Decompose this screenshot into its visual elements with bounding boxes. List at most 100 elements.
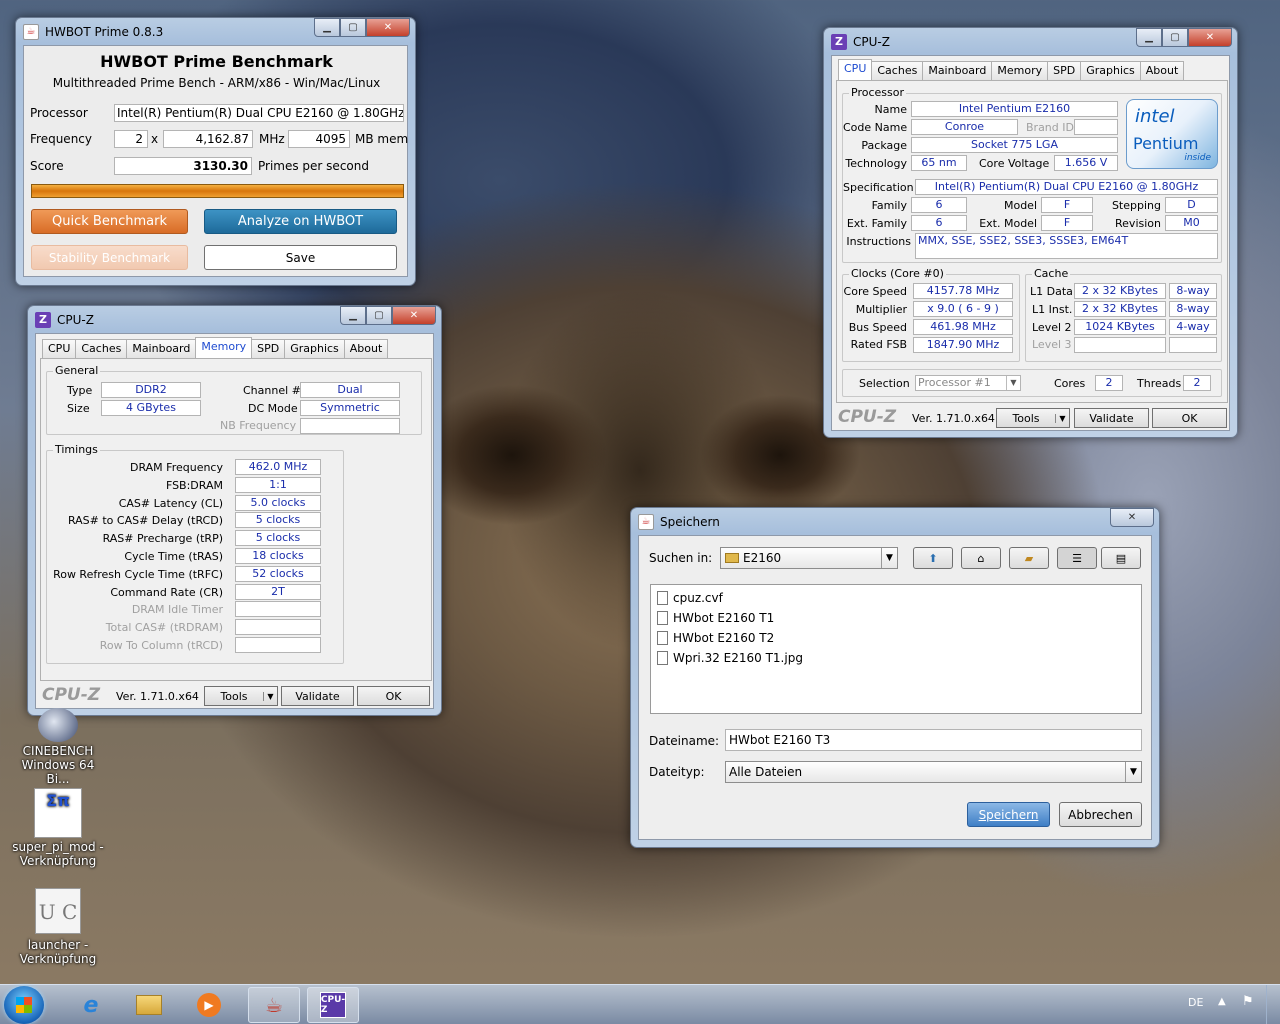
quick-benchmark-button[interactable]: Quick Benchmark — [31, 209, 188, 234]
level3-label: Level 3 — [1032, 338, 1072, 351]
core-voltage-label: Core Voltage — [979, 157, 1050, 170]
taskbar-explorer-button[interactable] — [124, 989, 174, 1021]
dropdown-arrow-icon[interactable]: ▼ — [1006, 376, 1020, 390]
tab-mainboard[interactable]: Mainboard — [126, 339, 197, 358]
desktop-icon-cinebench[interactable]: CINEBENCH Windows 64 Bi... — [10, 708, 106, 786]
analyze-hwbot-button[interactable]: Analyze on HWBOT — [204, 209, 397, 234]
tab-about[interactable]: About — [343, 339, 389, 358]
tools-label: Tools — [1012, 411, 1040, 425]
filename-input[interactable]: HWbot E2160 T3 — [725, 729, 1142, 751]
save-dialog-titlebar[interactable]: ☕ Speichern ✕ — [638, 508, 1154, 535]
processor-select[interactable]: Processor #1 ▼ — [915, 375, 1021, 391]
tab-graphics[interactable]: Graphics — [1080, 61, 1141, 80]
validate-button[interactable]: Validate — [281, 686, 354, 706]
show-hidden-icons-icon[interactable]: ▲ — [1218, 996, 1226, 1007]
dropdown-arrow-icon[interactable]: ▼ — [1125, 762, 1141, 782]
up-folder-button[interactable]: ⬆ — [913, 547, 953, 569]
tab-cpu[interactable]: CPU — [838, 59, 873, 80]
desktop-icon-superpi[interactable]: Σπ super_pi_mod - Verknüpfung — [10, 788, 106, 868]
close-button[interactable]: ✕ — [366, 18, 410, 37]
tools-button[interactable]: Tools ▼ — [204, 686, 278, 706]
file-list[interactable]: cpuz.cvf HWbot E2160 T1 HWbot E2160 T2 Wpri… — [650, 584, 1142, 714]
memory-field[interactable]: 4095 — [288, 130, 350, 148]
tab-bar: CPU Caches Mainboard Memory SPD Graphics… — [838, 59, 1185, 80]
tab-memory[interactable]: Memory — [991, 61, 1049, 80]
taskbar-ie-button[interactable]: e — [66, 989, 116, 1021]
revision-label: Revision — [1115, 217, 1161, 230]
tab-about[interactable]: About — [1139, 61, 1185, 80]
minimize-button[interactable]: ▁ — [1136, 28, 1162, 47]
tab-memory[interactable]: Memory — [195, 337, 253, 358]
tab-spd[interactable]: SPD — [1047, 61, 1082, 80]
new-folder-icon: ▰ — [1024, 551, 1034, 565]
file-list-item[interactable]: cpuz.cvf — [657, 589, 723, 607]
file-list-item[interactable]: HWbot E2160 T2 — [657, 629, 774, 647]
tab-cpu[interactable]: CPU — [42, 339, 77, 358]
filename-label: Dateiname: — [649, 734, 720, 748]
processor-field[interactable]: Intel(R) Pentium(R) Dual CPU E2160 @ 1.8… — [114, 104, 404, 122]
hwbot-titlebar[interactable]: ☕ HWBOT Prime 0.8.3 ▁ ▢ ✕ — [23, 18, 410, 45]
minimize-button[interactable]: ▁ — [340, 306, 366, 325]
timing-value: 18 clocks — [235, 548, 321, 564]
desktop-icon-label-line1: launcher - — [27, 938, 89, 952]
close-button[interactable]: ✕ — [1110, 508, 1154, 527]
dropdown-arrow-icon[interactable]: ▼ — [1055, 413, 1069, 423]
validate-button[interactable]: Validate — [1074, 408, 1149, 428]
frequency-field[interactable]: 4,162.87 — [163, 130, 253, 148]
tab-spd[interactable]: SPD — [251, 339, 286, 358]
new-folder-button[interactable]: ▰ — [1009, 547, 1049, 569]
show-desktop-button[interactable] — [1266, 985, 1280, 1024]
language-indicator[interactable]: DE — [1188, 996, 1203, 1009]
dropdown-arrow-icon[interactable]: ▼ — [881, 548, 897, 568]
benchmark-subheading: Multithreaded Prime Bench - ARM/x86 - Wi… — [52, 76, 381, 90]
dropdown-arrow-icon[interactable]: ▼ — [263, 691, 277, 701]
close-button[interactable]: ✕ — [392, 306, 436, 325]
desktop-icon-launcher[interactable]: U C launcher - Verknüpfung — [10, 888, 106, 968]
maximize-button[interactable]: ▢ — [340, 18, 366, 37]
ok-button[interactable]: OK — [357, 686, 430, 706]
look-in-select[interactable]: E2160 ▼ — [720, 547, 898, 569]
nb-frequency-label: NB Frequency — [220, 419, 297, 432]
maximize-button[interactable]: ▢ — [366, 306, 392, 325]
start-button[interactable] — [4, 986, 44, 1024]
tools-button[interactable]: Tools ▼ — [996, 408, 1070, 428]
close-button[interactable]: ✕ — [1188, 28, 1232, 47]
home-button[interactable]: ⌂ — [961, 547, 1001, 569]
action-center-icon[interactable]: ⚑ — [1242, 994, 1254, 1009]
taskbar-cpuz-button[interactable]: CPU-Z — [307, 987, 359, 1023]
cancel-button[interactable]: Abbrechen — [1059, 802, 1142, 827]
maximize-button[interactable]: ▢ — [1162, 28, 1188, 47]
name-value: Intel Pentium E2160 — [911, 101, 1118, 117]
tab-caches[interactable]: Caches — [871, 61, 924, 80]
taskbar-java-button[interactable]: ☕ — [248, 987, 300, 1023]
filetype-select[interactable]: Alle Dateien ▼ — [725, 761, 1142, 783]
filetype-value: Alle Dateien — [729, 765, 803, 779]
cores-field[interactable]: 2 — [114, 130, 148, 148]
details-view-button[interactable]: ▤ — [1101, 547, 1141, 569]
tab-graphics[interactable]: Graphics — [284, 339, 345, 358]
tab-mainboard[interactable]: Mainboard — [922, 61, 993, 80]
file-list-item[interactable]: HWbot E2160 T1 — [657, 609, 774, 627]
taskbar-media-button[interactable]: ▶ — [184, 989, 234, 1021]
cpuz-cpu-titlebar[interactable]: Z CPU-Z ▁ ▢ ✕ — [831, 28, 1232, 55]
processor-group: Processor Name Intel Pentium E2160 Code … — [842, 86, 1222, 263]
save-confirm-button[interactable]: Speichern — [967, 802, 1050, 827]
tab-caches[interactable]: Caches — [75, 339, 128, 358]
timing-label: Row Refresh Cycle Time (tRFC) — [53, 567, 223, 581]
minimize-button[interactable]: ▁ — [314, 18, 340, 37]
file-list-item[interactable]: Wpri.32 E2160 T1.jpg — [657, 649, 803, 667]
ok-button[interactable]: OK — [1152, 408, 1227, 428]
processor-group-title: Processor — [849, 86, 906, 99]
times-label: x — [151, 132, 159, 146]
window-title: CPU-Z — [57, 312, 94, 327]
save-button[interactable]: Save — [204, 245, 397, 270]
java-app-icon: ☕ — [638, 513, 654, 530]
cpuz-icon: CPU-Z — [320, 992, 346, 1018]
general-group: General Type DDR2 Size 4 GBytes Channel … — [46, 364, 422, 435]
mhz-label: MHz — [259, 132, 285, 146]
ext-model-value: F — [1041, 215, 1093, 231]
list-view-button[interactable]: ☰ — [1057, 547, 1097, 569]
level2-label: Level 2 — [1032, 321, 1072, 334]
cpuz-memory-titlebar[interactable]: Z CPU-Z ▁ ▢ ✕ — [35, 306, 436, 333]
type-label: Type — [67, 384, 93, 397]
